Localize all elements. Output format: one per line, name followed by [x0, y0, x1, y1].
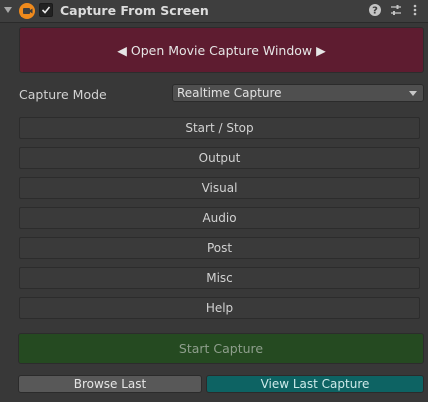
section-output[interactable]: Output: [19, 147, 420, 169]
section-audio[interactable]: Audio: [19, 207, 420, 229]
section-help[interactable]: Help: [19, 297, 420, 319]
foldout-arrow-icon[interactable]: [4, 7, 12, 13]
section-start-stop[interactable]: Start / Stop: [19, 117, 420, 139]
capture-mode-value: Realtime Capture: [177, 86, 282, 100]
component-title: Capture From Screen: [60, 3, 209, 18]
capture-mode-dropdown[interactable]: Realtime Capture: [172, 84, 424, 102]
help-icon[interactable]: ?: [368, 3, 382, 17]
inspector-panel: Capture From Screen ? ◀ Open Movie Captu…: [0, 0, 428, 402]
start-capture-button[interactable]: Start Capture: [18, 333, 424, 364]
capture-component-icon: [19, 3, 35, 19]
preset-icon[interactable]: [389, 3, 403, 17]
open-movie-capture-window-button[interactable]: ◀ Open Movie Capture Window ▶: [19, 27, 424, 73]
more-icon[interactable]: [408, 3, 422, 17]
svg-text:?: ?: [372, 6, 378, 17]
component-header: Capture From Screen ?: [0, 0, 428, 23]
section-post[interactable]: Post: [19, 237, 420, 259]
section-visual[interactable]: Visual: [19, 177, 420, 199]
capture-mode-label: Capture Mode: [19, 87, 107, 102]
section-misc[interactable]: Misc: [19, 267, 420, 289]
chevron-down-icon: [409, 91, 417, 96]
component-enabled-checkbox[interactable]: [39, 3, 53, 17]
check-icon: [41, 6, 51, 14]
browse-last-button[interactable]: Browse Last: [18, 375, 202, 393]
view-last-capture-button[interactable]: View Last Capture: [206, 375, 424, 393]
